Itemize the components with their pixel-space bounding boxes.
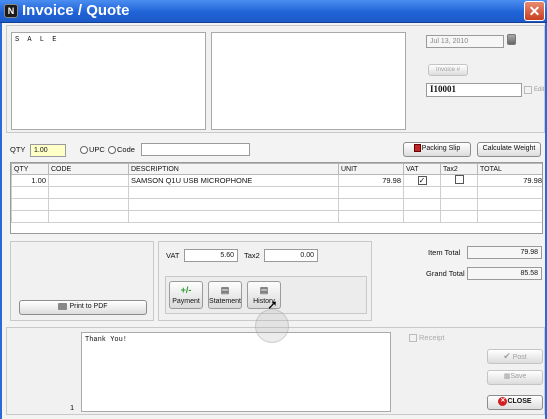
cell-qty[interactable]: 1.00 <box>11 174 49 187</box>
packing-slip-button[interactable]: Packing Slip <box>403 142 471 157</box>
item-total-label: Item Total <box>428 248 461 257</box>
tax2-label: Tax2 <box>244 251 260 260</box>
save-button[interactable]: ▦Save <box>487 370 543 385</box>
payment-button[interactable]: +/- Payment <box>169 281 203 309</box>
upc-label: UPC <box>89 145 105 154</box>
checkmark-icon: ✔ <box>503 351 511 361</box>
invoice-number-button[interactable]: Invoice # <box>428 64 468 76</box>
receipt-checkbox[interactable] <box>409 334 417 342</box>
invoice-note-box[interactable]: Thank You! <box>81 332 391 412</box>
post-button[interactable]: ✔ Post <box>487 349 543 364</box>
calendar-icon[interactable] <box>507 34 516 45</box>
header-panel: S A L E Jul 13, 2010 Invoice # I10001 Ed… <box>6 25 545 133</box>
receipt-label: Receipt <box>419 333 445 342</box>
shipping-address-box[interactable] <box>211 32 406 130</box>
edit-checkbox[interactable] <box>524 86 532 94</box>
vat-label: VAT <box>166 251 180 260</box>
print-to-pdf-label: Print to PDF <box>69 303 108 310</box>
action-buttons-group: +/- Payment ▤ Statement ▤ History <box>165 276 367 314</box>
customer-address-box[interactable]: S A L E <box>11 32 206 130</box>
qty-label: QTY <box>10 145 26 154</box>
close-label: CLOSE <box>507 398 532 405</box>
vat-field[interactable]: 5.60 <box>184 249 238 262</box>
item-total-field: 79.98 <box>467 246 542 259</box>
packing-slip-icon <box>413 144 421 153</box>
grand-total-field: 85.58 <box>467 267 542 280</box>
code-label: Code <box>117 145 135 154</box>
column-header-qty[interactable]: QTY <box>11 163 49 175</box>
window-close-button[interactable]: ✕ <box>524 1 545 21</box>
line-items-table: QTY CODE DESCRIPTION UNIT VAT Tax2 TOTAL 1.00 S… <box>10 162 543 234</box>
page-number: 1 <box>70 403 75 412</box>
invoice-window: S A L E Jul 13, 2010 Invoice # I10001 Ed… <box>0 23 547 419</box>
app-icon: N <box>4 4 18 18</box>
column-header-tax2[interactable]: Tax2 <box>440 163 478 175</box>
save-label: Save <box>510 373 527 380</box>
post-label: Post <box>512 354 527 361</box>
tax2-field[interactable]: 0.00 <box>264 249 318 262</box>
grand-total-label: Grand Total <box>426 269 465 278</box>
window-title: Invoice / Quote <box>22 2 130 19</box>
tax-panel: VAT 5.60 Tax2 0.00 +/- Payment ▤ Stateme… <box>158 241 372 321</box>
calculate-weight-button[interactable]: Calculate Weight <box>477 142 541 157</box>
invoice-number-field[interactable]: I10001 <box>426 83 522 97</box>
mouse-pointer-icon: ➚ <box>267 297 278 312</box>
print-to-pdf-button[interactable]: Print to PDF <box>19 300 147 315</box>
statement-label: Statement <box>209 298 241 305</box>
tax2-checkbox[interactable] <box>454 175 464 184</box>
cell-vat: ✓ <box>403 174 441 187</box>
column-header-total[interactable]: TOTAL <box>477 163 542 175</box>
code-radio[interactable] <box>108 146 116 154</box>
qty-input[interactable]: 1.00 <box>30 144 66 157</box>
close-button[interactable]: ✕ CLOSE <box>487 395 543 410</box>
cell-code[interactable] <box>48 174 129 187</box>
table-row[interactable]: 1.00 SAMSON Q1U USB MICROPHONE 79.98 ✓ 79.98 <box>11 174 542 187</box>
payment-label: Payment <box>172 298 200 305</box>
cell-unit[interactable]: 79.98 <box>338 174 404 187</box>
statement-icon: ▤ <box>220 285 230 295</box>
cell-description[interactable]: SAMSON Q1U USB MICROPHONE <box>128 174 339 187</box>
click-highlight <box>255 309 289 343</box>
cell-total[interactable]: 79.98 <box>477 174 542 187</box>
plus-minus-icon: +/- <box>180 285 192 295</box>
column-header-unit[interactable]: UNIT <box>338 163 404 175</box>
invoice-date-field[interactable]: Jul 13, 2010 <box>426 35 504 48</box>
history-icon: ▤ <box>259 285 269 295</box>
packing-slip-label: Packing Slip <box>421 145 461 152</box>
vat-checkbox[interactable]: ✓ <box>417 176 427 185</box>
code-input[interactable] <box>141 143 250 156</box>
column-header-code[interactable]: CODE <box>48 163 129 175</box>
column-header-description[interactable]: DESCRIPTION <box>128 163 339 175</box>
cell-tax2 <box>440 174 478 187</box>
upc-radio[interactable] <box>80 146 88 154</box>
edit-label: Edit <box>534 87 545 93</box>
title-bar: N Invoice / Quote ✕ <box>0 0 547 23</box>
statement-button[interactable]: ▤ Statement <box>208 281 242 309</box>
column-header-vat[interactable]: VAT <box>403 163 441 175</box>
printer-icon <box>58 302 68 310</box>
print-panel: Print to PDF <box>10 241 154 321</box>
